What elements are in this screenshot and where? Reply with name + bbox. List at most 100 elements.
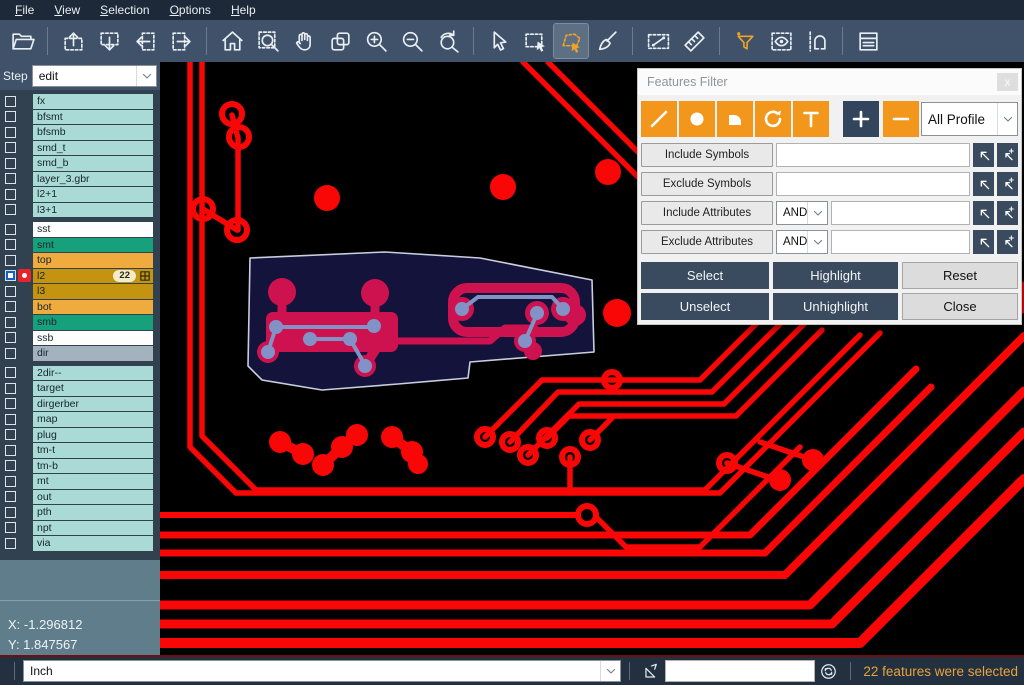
layer-name[interactable]: smd_t [33,141,153,156]
layers-panel-button[interactable] [851,24,885,58]
pane-left-button[interactable] [128,24,162,58]
pane-right-button[interactable] [164,24,198,58]
layer-name[interactable]: map [33,412,153,427]
pick-add-button[interactable] [997,230,1018,254]
layer-name[interactable]: 2dir-- [33,366,153,381]
layer-visibility-checkbox[interactable] [5,398,16,409]
layer-visibility-checkbox[interactable] [5,414,16,425]
unselect-button[interactable]: Unselect [641,293,769,320]
corner-measure-icon[interactable] [642,662,661,681]
layer-visibility-checkbox[interactable] [5,224,16,235]
menu-item-file[interactable]: File [6,2,43,18]
pan-hand-button[interactable] [287,24,321,58]
open-file-button[interactable] [5,24,39,58]
include-attributes-input[interactable] [831,201,970,225]
layer-name[interactable]: fx [33,94,153,109]
select-button[interactable]: Select [641,262,769,289]
layer-visibility-checkbox[interactable] [5,429,16,440]
clear-brush-button[interactable] [590,24,624,58]
exclude-attributes-button[interactable]: Exclude Attributes [641,230,773,254]
include-symbols-input[interactable] [776,143,970,167]
zoom-in-button[interactable] [359,24,393,58]
remove-feature-button[interactable] [883,101,919,137]
layer-name[interactable]: bot [33,300,153,315]
layer-visibility-checkbox[interactable] [5,270,16,281]
layer-name[interactable]: ssb [33,331,153,346]
pick-button[interactable] [973,172,994,196]
select-rectangle-button[interactable] [518,24,552,58]
layer-visibility-checkbox[interactable] [5,332,16,343]
exclude-attributes-input[interactable] [831,230,970,254]
highlight-button[interactable]: Highlight [773,262,898,289]
include-symbols-button[interactable]: Include Symbols [641,143,773,167]
pick-add-button[interactable] [997,201,1018,225]
text-feature-button[interactable] [793,101,829,137]
layer-name[interactable]: target [33,381,153,396]
layer-name[interactable]: npt [33,521,153,536]
units-select[interactable]: Inch [23,660,621,682]
layer-name[interactable]: tm-t [33,443,153,458]
layer-visibility-checkbox[interactable] [5,142,16,153]
pick-add-button[interactable] [997,172,1018,196]
pane-up-button[interactable] [56,24,90,58]
menu-item-options[interactable]: Options [161,2,220,18]
zoom-previous-button[interactable] [431,24,465,58]
layer-name[interactable]: sst [33,222,153,237]
layer-name[interactable]: bfsmt [33,110,153,125]
layer-visibility-checkbox[interactable] [5,239,16,250]
exclude-symbols-input[interactable] [776,172,970,196]
layer-visibility-checkbox[interactable] [5,460,16,471]
exclude-symbols-button[interactable]: Exclude Symbols [641,172,773,196]
zoom-out-button[interactable] [395,24,429,58]
layer-name[interactable]: smd_b [33,156,153,171]
add-feature-button[interactable] [843,101,879,137]
layer-visibility-checkbox[interactable] [5,383,16,394]
select-polygon-button[interactable] [554,24,588,58]
layer-name[interactable]: smt [33,238,153,253]
pick-button[interactable] [973,201,994,225]
close-icon[interactable]: x [997,73,1018,91]
layer-name[interactable]: bfsmb [33,125,153,140]
layer-name[interactable]: mt [33,474,153,489]
view-options-button[interactable] [764,24,798,58]
layer-visibility-checkbox[interactable] [5,522,16,533]
zoom-home-button[interactable] [215,24,249,58]
layer-visibility-checkbox[interactable] [5,317,16,328]
layer-visibility-checkbox[interactable] [5,255,16,266]
layer-name[interactable]: l3+1 [33,203,153,218]
layer-visibility-checkbox[interactable] [5,204,16,215]
arc-feature-button[interactable] [755,101,791,137]
step-select[interactable]: edit [32,65,157,87]
layer-visibility-checkbox[interactable] [5,507,16,518]
dialog-title-bar[interactable]: Features Filter x [638,69,1021,95]
layer-visibility-checkbox[interactable] [5,111,16,122]
layer-visibility-checkbox[interactable] [5,286,16,297]
layer-visibility-checkbox[interactable] [5,96,16,107]
layer-name[interactable]: dirgerber [33,397,153,412]
close-button[interactable]: Close [902,293,1018,320]
layer-name[interactable]: dir [33,346,153,361]
layer-name[interactable]: layer_3.gbr [33,172,153,187]
layer-visibility-checkbox[interactable] [5,301,16,312]
command-input[interactable] [665,660,815,682]
grid-icon[interactable] [140,271,150,281]
features-filter-button[interactable] [728,24,762,58]
layer-name[interactable]: pth [33,505,153,520]
snap-button[interactable] [800,24,834,58]
layer-visibility-checkbox[interactable] [5,538,16,549]
layer-visibility-checkbox[interactable] [5,348,16,359]
pick-add-button[interactable] [997,143,1018,167]
select-pointer-button[interactable] [482,24,516,58]
logic-select[interactable]: AND [776,201,828,225]
layer-name[interactable]: l2+1 [33,187,153,202]
layer-name[interactable]: via [33,536,153,551]
layer-name[interactable]: out [33,490,153,505]
layer-visibility-checkbox[interactable] [5,173,16,184]
layer-visibility-checkbox[interactable] [5,445,16,456]
reset-button[interactable]: Reset [902,262,1018,289]
layer-name[interactable]: l222 [33,269,153,284]
layer-visibility-checkbox[interactable] [5,158,16,169]
layer-visibility-checkbox[interactable] [5,367,16,378]
layer-name[interactable]: smb [33,315,153,330]
pick-button[interactable] [973,230,994,254]
